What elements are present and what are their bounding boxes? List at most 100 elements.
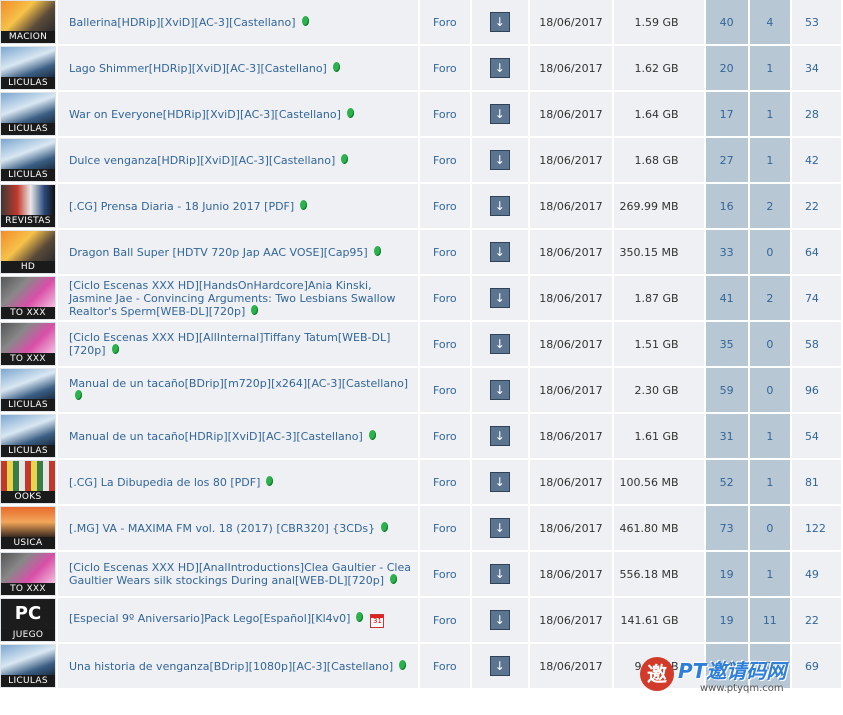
download-arrow-icon[interactable]: ↓ [489, 334, 510, 354]
seeds-cell: 19 [705, 552, 748, 596]
size-cell: 100.56 MB [614, 460, 704, 504]
forum-link[interactable]: Foro [433, 200, 457, 213]
category-cell[interactable]: LICULAS [0, 644, 56, 688]
table-row: PC JUEGO [Especial 9º Aniversario]Pack Leg… [0, 598, 841, 642]
category-thumbnail[interactable]: OOKS [1, 461, 55, 503]
forum-link[interactable]: Foro [433, 384, 457, 397]
download-arrow-icon[interactable]: ↓ [489, 288, 510, 308]
date-cell: 18/06/2017 [529, 460, 613, 504]
category-thumbnail[interactable]: USICA [1, 507, 55, 549]
forum-link[interactable]: Foro [433, 292, 457, 305]
size-cell: 141.61 GB [614, 598, 704, 642]
category-image [1, 47, 55, 77]
category-cell[interactable]: REVISTAS [0, 184, 56, 228]
watermark-logo: 邀 [640, 657, 674, 691]
torrent-name-link[interactable]: Manual de un tacaño[HDRip][XviD][AC-3][C… [69, 430, 363, 443]
category-cell[interactable]: USICA [0, 506, 56, 550]
download-arrow-icon[interactable]: ↓ [489, 380, 510, 400]
torrent-name-link[interactable]: Una historia de venganza[BDrip][1080p][A… [69, 660, 393, 673]
category-cell[interactable]: TO XXX [0, 276, 56, 320]
date-cell: 18/06/2017 [529, 0, 613, 44]
download-arrow-icon[interactable]: ↓ [489, 518, 510, 538]
forum-link[interactable]: Foro [433, 16, 457, 29]
forum-link[interactable]: Foro [433, 62, 457, 75]
category-cell[interactable]: OOKS [0, 460, 56, 504]
forum-link[interactable]: Foro [433, 108, 457, 121]
download-arrow-icon[interactable]: ↓ [489, 196, 510, 216]
category-label: LICULAS [1, 169, 55, 181]
download-arrow-icon[interactable]: ↓ [489, 564, 510, 584]
category-cell[interactable]: PC JUEGO [0, 598, 56, 642]
torrent-name-link[interactable]: [Ciclo Escenas XXX HD][AnalIntroductions… [69, 561, 411, 587]
category-thumbnail[interactable]: REVISTAS [1, 185, 55, 227]
download-cell: ↓ [471, 552, 528, 596]
category-cell[interactable]: TO XXX [0, 552, 56, 596]
category-image [1, 185, 55, 215]
category-cell[interactable]: LICULAS [0, 368, 56, 412]
torrent-name-link[interactable]: Manual de un tacaño[BDrip][m720p][x264][… [69, 377, 408, 390]
seeds-cell: 73 [705, 506, 748, 550]
category-cell[interactable]: LICULAS [0, 138, 56, 182]
category-thumbnail[interactable]: LICULAS [1, 93, 55, 135]
torrent-name-link[interactable]: [.MG] VA - MAXIMA FM vol. 18 (2017) [CBR… [69, 522, 375, 535]
torrent-name-link[interactable]: [.CG] Prensa Diaria - 18 Junio 2017 [PDF… [69, 200, 294, 213]
category-cell[interactable]: LICULAS [0, 414, 56, 458]
green-gem-icon [266, 475, 274, 486]
torrent-name-link[interactable]: [Ciclo Escenas XXX HD][HandsOnHardcore]A… [69, 279, 396, 318]
torrent-name-link[interactable]: War on Everyone[HDRip][XviD][AC-3][Caste… [69, 108, 341, 121]
download-arrow-icon[interactable]: ↓ [489, 12, 510, 32]
category-cell[interactable]: LICULAS [0, 92, 56, 136]
forum-link[interactable]: Foro [433, 430, 457, 443]
forum-link[interactable]: Foro [433, 154, 457, 167]
forum-link[interactable]: Foro [433, 660, 457, 673]
forum-link[interactable]: Foro [433, 246, 457, 259]
category-cell[interactable]: HD [0, 230, 56, 274]
forum-link[interactable]: Foro [433, 522, 457, 535]
download-arrow-icon[interactable]: ↓ [489, 242, 510, 262]
download-arrow-icon[interactable]: ↓ [489, 426, 510, 446]
forum-cell: Foro [419, 506, 470, 550]
leechers-cell: 0 [749, 322, 790, 366]
download-arrow-icon[interactable]: ↓ [489, 58, 510, 78]
category-cell[interactable]: MACION [0, 0, 56, 44]
forum-link[interactable]: Foro [433, 568, 457, 581]
category-cell[interactable]: LICULAS [0, 46, 56, 90]
leechers-cell: 4 [749, 0, 790, 44]
torrent-name-link[interactable]: Lago Shimmer[HDRip][XviD][AC-3][Castella… [69, 62, 327, 75]
category-thumbnail[interactable]: LICULAS [1, 47, 55, 89]
green-gem-icon [301, 15, 309, 26]
torrent-name-link[interactable]: [.CG] La Dibupedia de los 80 [PDF] [69, 476, 260, 489]
torrent-name-link[interactable]: Dragon Ball Super [HDTV 720p Jap AAC VOS… [69, 246, 368, 259]
category-thumbnail[interactable]: MACION [1, 1, 55, 43]
category-label: USICA [1, 537, 55, 549]
category-thumbnail[interactable]: LICULAS [1, 369, 55, 411]
category-image [1, 369, 55, 399]
table-row: HD Dragon Ball Super [HDTV 720p Jap AAC V… [0, 230, 841, 274]
category-thumbnail[interactable]: LICULAS [1, 645, 55, 687]
forum-link[interactable]: Foro [433, 614, 457, 627]
category-thumbnail[interactable]: LICULAS [1, 415, 55, 457]
download-arrow-icon[interactable]: ↓ [489, 610, 510, 630]
completed-cell: 22 [791, 598, 841, 642]
category-cell[interactable]: TO XXX [0, 322, 56, 366]
category-thumbnail[interactable]: TO XXX [1, 277, 55, 319]
download-arrow-icon[interactable]: ↓ [489, 656, 510, 676]
torrent-name-link[interactable]: Dulce venganza[HDRip][XviD][AC-3][Castel… [69, 154, 335, 167]
completed-cell: 54 [791, 414, 841, 458]
download-arrow-icon[interactable]: ↓ [489, 472, 510, 492]
category-thumbnail[interactable]: HD [1, 231, 55, 273]
date-cell: 18/06/2017 [529, 138, 613, 182]
download-arrow-icon[interactable]: ↓ [489, 150, 510, 170]
table-row: TO XXX [Ciclo Escenas XXX HD][AllInternal… [0, 322, 841, 366]
torrent-name-link[interactable]: [Especial 9º Aniversario]Pack Lego[Españ… [69, 612, 351, 625]
green-gem-icon [74, 390, 82, 400]
category-thumbnail[interactable]: TO XXX [1, 553, 55, 595]
category-thumbnail[interactable]: LICULAS [1, 139, 55, 181]
category-thumbnail[interactable]: TO XXX [1, 323, 55, 365]
forum-link[interactable]: Foro [433, 476, 457, 489]
torrent-name-link[interactable]: Ballerina[HDRip][XviD][AC-3][Castellano] [69, 16, 296, 29]
forum-link[interactable]: Foro [433, 338, 457, 351]
date-cell: 18/06/2017 [529, 368, 613, 412]
category-thumbnail[interactable]: PC JUEGO [1, 599, 55, 641]
download-arrow-icon[interactable]: ↓ [489, 104, 510, 124]
